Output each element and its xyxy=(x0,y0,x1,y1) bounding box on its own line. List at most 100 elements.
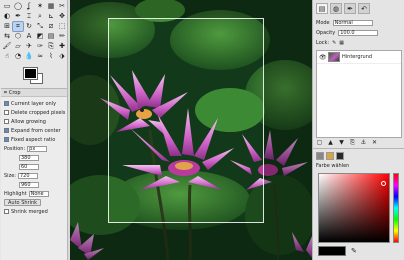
paths-tool-icon[interactable]: ✒ xyxy=(13,12,23,21)
option-checkbox[interactable] xyxy=(4,137,9,142)
option-field[interactable]: 720 xyxy=(17,172,38,179)
undo-tab-icon[interactable]: ↶ xyxy=(358,3,370,14)
foreground-select-tool-icon[interactable]: ◐ xyxy=(2,12,12,21)
lock-label: Lock: xyxy=(316,40,330,46)
opacity-label: Opacity xyxy=(316,30,336,36)
picker-cursor[interactable] xyxy=(381,181,386,186)
brush-tab-icon[interactable] xyxy=(336,152,344,160)
raise-layer-icon[interactable]: ▲ xyxy=(327,139,334,146)
airbrush-tool-icon[interactable]: ✈ xyxy=(24,42,34,51)
perspective-tool-icon[interactable]: ⬚ xyxy=(57,22,67,31)
scale-tool-icon[interactable]: ⤡ xyxy=(35,22,45,31)
color-picker-tool-icon[interactable]: ⌶ xyxy=(24,12,34,21)
lower-layer-icon[interactable]: ▼ xyxy=(338,139,345,146)
option-row: Current layer only xyxy=(4,100,56,107)
rect-select-tool-icon[interactable]: ▭ xyxy=(2,2,12,11)
delete-layer-icon[interactable]: ✕ xyxy=(371,139,378,146)
channels-tab-icon[interactable]: ◍ xyxy=(330,3,342,14)
lock-pixels-icon[interactable]: ✎ xyxy=(332,40,336,46)
hue-slider[interactable] xyxy=(393,173,399,243)
image-canvas[interactable] xyxy=(70,0,312,260)
option-row: Position: px xyxy=(4,145,48,152)
option-field[interactable]: 380 xyxy=(19,154,39,161)
auto-shrink-button[interactable]: Auto Shrink xyxy=(4,199,42,206)
zoom-tool-icon[interactable]: ⌕ xyxy=(35,12,45,21)
rotate-tool-icon[interactable]: ↻ xyxy=(24,22,34,31)
unified-transform-tool-icon[interactable]: ⬗ xyxy=(57,52,67,61)
option-label: Expand from center xyxy=(11,127,61,134)
option-row: Shrink merged xyxy=(4,208,48,215)
eye-icon[interactable]: 👁 xyxy=(319,54,327,61)
tool-options-panel: ⌗ Crop Current layer only Delete cropped … xyxy=(1,88,67,260)
option-checkbox[interactable] xyxy=(4,101,9,106)
option-field[interactable]: px xyxy=(27,145,48,152)
align-tool-icon[interactable]: ⊞ xyxy=(2,22,12,31)
free-select-tool-icon[interactable]: ʆ xyxy=(24,2,34,11)
layers-panel: ▤ ◍ ✒ ↶ Mode Normal Opacity 100.0 Lock: ✎ ▦… xyxy=(313,0,404,148)
bucket-fill-tool-icon[interactable]: ◩ xyxy=(35,32,45,41)
text-tool-icon[interactable]: A xyxy=(24,32,34,41)
layers-tab-icon[interactable]: ▤ xyxy=(316,3,328,14)
foreground-color-swatch[interactable] xyxy=(23,67,38,80)
new-layer-icon[interactable]: ▢ xyxy=(316,139,323,146)
warp-tool-icon[interactable]: ≈ xyxy=(35,52,45,61)
option-label: Size: xyxy=(4,172,16,179)
option-field[interactable]: None xyxy=(28,190,49,197)
mypaint-tool-icon[interactable]: ⌇ xyxy=(46,52,56,61)
option-label: Shrink merged xyxy=(11,208,48,215)
crop-tool-icon[interactable]: ⌗ xyxy=(12,21,24,32)
scissors-tool-icon[interactable]: ✂ xyxy=(57,2,67,11)
colors-panel: Farbe wählen ✎ xyxy=(313,148,404,260)
smudge-tool-icon[interactable]: ☝ xyxy=(2,52,12,61)
dodge-burn-tool-icon[interactable]: ◔ xyxy=(13,52,23,61)
layer-name[interactable]: Hintergrund xyxy=(342,54,372,60)
fuzzy-select-tool-icon[interactable]: ✶ xyxy=(35,2,45,11)
anchor-layer-icon[interactable]: ⚓ xyxy=(360,139,367,146)
option-checkbox[interactable] xyxy=(4,128,9,133)
tool-options-title: Crop xyxy=(8,89,21,96)
crop-icon: ⌗ xyxy=(4,89,7,96)
tool-options-header: ⌗ Crop xyxy=(1,89,67,97)
paths-tab-icon[interactable]: ✒ xyxy=(344,3,356,14)
ellipse-select-tool-icon[interactable]: ◯ xyxy=(13,2,23,11)
shear-tool-icon[interactable]: ⧄ xyxy=(46,22,56,31)
eraser-tool-icon[interactable]: ▱ xyxy=(13,42,23,51)
color-picker-field[interactable] xyxy=(318,173,390,243)
paintbrush-tool-icon[interactable]: 🖌 xyxy=(2,42,12,51)
opacity-field[interactable]: 100.0 xyxy=(338,30,379,36)
fg-bg-tab-icon[interactable] xyxy=(316,152,324,160)
color-select-tool-icon[interactable]: ▦ xyxy=(46,2,56,11)
move-tool-icon[interactable]: ✥ xyxy=(57,12,67,21)
layer-actions: ▢ ▲ ▼ ⎘ ⚓ ✕ xyxy=(316,139,378,147)
layer-list[interactable]: 👁 Hintergrund xyxy=(316,50,402,138)
palette-tab-icon[interactable] xyxy=(326,152,334,160)
lock-row: Lock: ✎ ▦ xyxy=(316,39,344,47)
ink-tool-icon[interactable]: ✑ xyxy=(35,42,45,51)
clone-tool-icon[interactable]: ⎘ xyxy=(46,42,56,51)
color-swatches[interactable] xyxy=(23,67,44,84)
heal-tool-icon[interactable]: ✚ xyxy=(57,42,67,51)
crop-rectangle[interactable] xyxy=(108,18,264,223)
option-row: Allow growing xyxy=(4,118,46,125)
option-checkbox[interactable] xyxy=(4,209,9,214)
eyedropper-icon[interactable]: ✎ xyxy=(351,247,357,255)
flip-tool-icon[interactable]: ⇆ xyxy=(2,32,12,41)
option-checkbox[interactable] xyxy=(4,110,9,115)
layer-row[interactable]: 👁 Hintergrund xyxy=(317,51,401,64)
pencil-tool-icon[interactable]: ✏ xyxy=(57,32,67,41)
gradient-tool-icon[interactable]: ▤ xyxy=(46,32,56,41)
cage-tool-icon[interactable]: ⬡ xyxy=(13,32,23,41)
duplicate-layer-icon[interactable]: ⎘ xyxy=(349,139,356,146)
option-row: Size: 720 xyxy=(4,172,38,179)
color-panel-title: Farbe wählen xyxy=(316,163,350,169)
lock-alpha-icon[interactable]: ▦ xyxy=(339,40,344,46)
blur-tool-icon[interactable]: 💧 xyxy=(24,52,34,61)
current-color-swatch xyxy=(318,246,346,256)
tool-grid: ▭ ◯ ʆ ✶ ▦ ✂ ◐ ✒ ⌶ ⌕ ⊾ ✥ ⊞ ⌗ ↻ ⤡ ⧄ ⬚ ⇆ ⬡ A ◩ ▤ ✏ 🖌 ▱ ✈ ✑ ⎘ ✚ ☝ ◔ 💧 ≈ ⌇ ⬗ xyxy=(2,2,66,61)
option-row: 960 xyxy=(19,181,39,188)
mode-select[interactable]: Normal xyxy=(332,20,373,26)
option-field[interactable]: 960 xyxy=(19,181,39,188)
option-field[interactable]: 60 xyxy=(19,163,39,170)
measure-tool-icon[interactable]: ⊾ xyxy=(46,12,56,21)
option-checkbox[interactable] xyxy=(4,119,9,124)
